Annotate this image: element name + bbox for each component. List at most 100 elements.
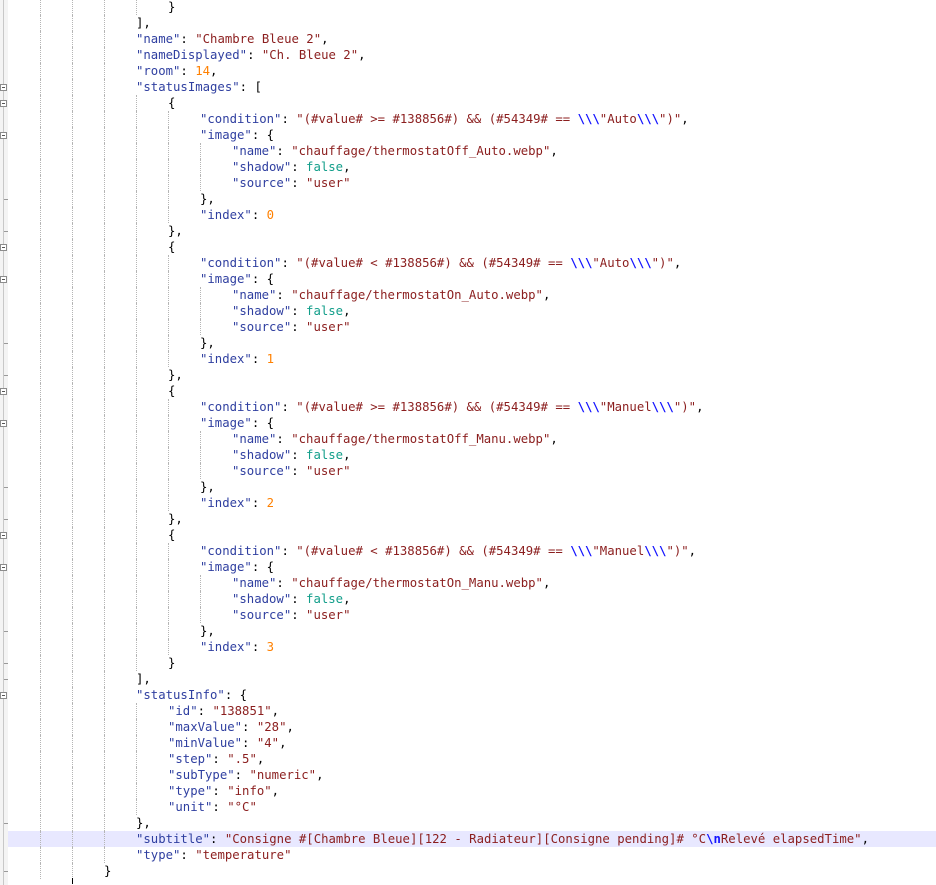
indent-guide	[104, 767, 105, 783]
code-line[interactable]: "name": "chauffage/thermostatOff_Manu.we…	[8, 431, 936, 447]
code-line[interactable]: "condition": "(#value# < #138856#) && (#…	[8, 255, 936, 271]
indent-guide	[104, 431, 105, 447]
code-token: \\\	[644, 544, 667, 558]
fold-toggle-icon[interactable]	[0, 420, 7, 427]
indent-guide	[136, 511, 137, 527]
fold-toggle-icon[interactable]	[0, 84, 7, 91]
code-token: :	[242, 736, 257, 750]
code-line[interactable]: "condition": "(#value# < #138856#) && (#…	[8, 543, 936, 559]
code-line[interactable]: },	[8, 511, 936, 527]
code-line[interactable]: },	[8, 479, 936, 495]
code-line[interactable]: },	[8, 335, 936, 351]
code-line-current[interactable]: "subtitle": "Consigne #[Chambre Bleue][1…	[8, 831, 936, 847]
code-token: "chauffage/thermostatOff_Manu.webp"	[291, 432, 551, 446]
code-line[interactable]: ],	[8, 15, 936, 31]
indent-guide	[72, 671, 73, 687]
indent-guide	[168, 271, 169, 287]
code-token: \\\	[570, 256, 593, 270]
code-line[interactable]: "image": {	[8, 559, 936, 575]
code-line[interactable]: "image": {	[8, 415, 936, 431]
code-line[interactable]: "minValue": "4",	[8, 735, 936, 751]
code-line[interactable]: "nameDisplayed": "Ch. Bleue 2",	[8, 47, 936, 63]
code-line[interactable]: "source": "user"	[8, 175, 936, 191]
code-line[interactable]: "unit": "°C"	[8, 799, 936, 815]
code-text: },	[168, 511, 183, 527]
code-line[interactable]: },	[8, 623, 936, 639]
indent-guide	[168, 447, 169, 463]
code-line[interactable]: "room": 14,	[8, 63, 936, 79]
code-line[interactable]: "index": 3	[8, 639, 936, 655]
code-line[interactable]: "name": "Chambre Bleue 2",	[8, 31, 936, 47]
indent-guide	[136, 335, 137, 351]
indent-guide	[104, 735, 105, 751]
code-line[interactable]: }	[8, 655, 936, 671]
code-line[interactable]: "statusImages": [	[8, 79, 936, 95]
code-line[interactable]: },	[8, 191, 936, 207]
code-line[interactable]: },	[8, 367, 936, 383]
code-line[interactable]: "image": {	[8, 271, 936, 287]
code-line[interactable]: "condition": "(#value# >= #138856#) && (…	[8, 111, 936, 127]
indent-guide	[104, 607, 105, 623]
indent-guide	[104, 15, 105, 31]
code-line[interactable]: "maxValue": "28",	[8, 719, 936, 735]
fold-toggle-icon[interactable]	[0, 132, 7, 139]
code-token: "name"	[232, 288, 277, 302]
code-text: "shadow": false,	[232, 159, 350, 175]
code-line[interactable]: "type": "temperature"	[8, 847, 936, 863]
indent-guide	[104, 639, 105, 655]
code-line[interactable]: "shadow": false,	[8, 447, 936, 463]
indent-guide	[40, 223, 41, 239]
code-line[interactable]: "subType": "numeric",	[8, 767, 936, 783]
code-line[interactable]: {	[8, 383, 936, 399]
code-line[interactable]: {	[8, 239, 936, 255]
code-line[interactable]: "shadow": false,	[8, 303, 936, 319]
code-line[interactable]: "step": ".5",	[8, 751, 936, 767]
code-line[interactable]: "name": "chauffage/thermostatOn_Manu.web…	[8, 575, 936, 591]
fold-toggle-icon[interactable]	[0, 532, 7, 539]
code-token: "(#value# >= #138856#) && (#54349# ==	[296, 400, 578, 414]
code-line[interactable]: "type": "info",	[8, 783, 936, 799]
code-line[interactable]: "name": "chauffage/thermostatOff_Auto.we…	[8, 143, 936, 159]
code-line[interactable]: "image": {	[8, 127, 936, 143]
code-line[interactable]: "index": 0	[8, 207, 936, 223]
code-token: ,	[343, 304, 351, 318]
code-line[interactable]: "index": 2	[8, 495, 936, 511]
code-line[interactable]: "id": "138851",	[8, 703, 936, 719]
fold-toggle-icon[interactable]	[0, 388, 7, 395]
code-line[interactable]: {	[8, 527, 936, 543]
code-text: "name": "Chambre Bleue 2",	[136, 31, 329, 47]
code-line[interactable]: },	[8, 223, 936, 239]
code-line[interactable]: "source": "user"	[8, 319, 936, 335]
code-token: : {	[251, 272, 275, 286]
fold-toggle-icon[interactable]	[0, 692, 7, 699]
indent-guide	[136, 175, 137, 191]
code-line[interactable]: }	[8, 0, 936, 15]
code-line[interactable]: ],	[8, 671, 936, 687]
code-line[interactable]: },	[8, 815, 936, 831]
code-line[interactable]: }	[8, 863, 936, 879]
indent-guide	[200, 287, 201, 303]
code-line[interactable]: "shadow": false,	[8, 159, 936, 175]
code-line[interactable]: "condition": "(#value# >= #138856#) && (…	[8, 399, 936, 415]
fold-toggle-icon[interactable]	[0, 244, 7, 251]
code-line[interactable]: "source": "user"	[8, 607, 936, 623]
indent-guide	[168, 335, 169, 351]
code-line[interactable]: {	[8, 95, 936, 111]
indent-guide	[40, 127, 41, 143]
code-token: "source"	[232, 320, 292, 334]
code-line[interactable]: "name": "chauffage/thermostatOn_Auto.web…	[8, 287, 936, 303]
fold-toggle-icon[interactable]	[0, 564, 7, 571]
indent-guide	[104, 463, 105, 479]
indent-guide	[168, 479, 169, 495]
code-line[interactable]: "shadow": false,	[8, 591, 936, 607]
code-text: "index": 1	[200, 351, 274, 367]
fold-toggle-icon[interactable]	[0, 100, 7, 107]
code-line[interactable]: "statusInfo": {	[8, 687, 936, 703]
code-line[interactable]: "index": 1	[8, 351, 936, 367]
code-line[interactable]: "source": "user"	[8, 463, 936, 479]
code-token: 1	[266, 352, 275, 366]
indent-guide	[104, 671, 105, 687]
fold-toggle-icon[interactable]	[0, 276, 7, 283]
indent-guide	[200, 431, 201, 447]
indent-guide	[72, 735, 73, 751]
